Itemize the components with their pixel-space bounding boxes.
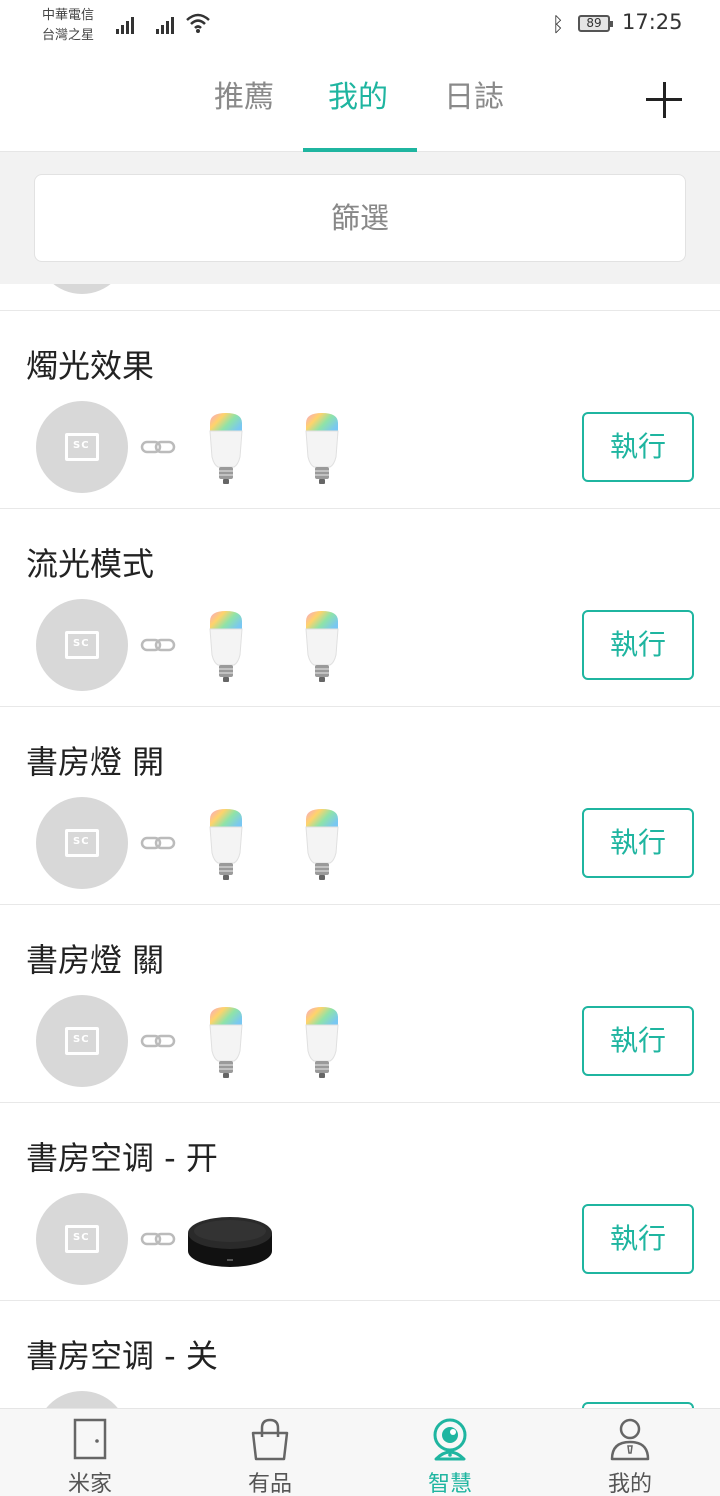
scene-title: 書房燈 關 [26,941,165,979]
clock: 17:25 [622,10,683,34]
nav-label: 米家 [67,1472,112,1496]
scene-title: 流光模式 [26,545,155,583]
carrier-2: 台灣之星 [42,28,95,43]
execute-button[interactable]: 執行 [582,808,694,878]
scene-title: 書房空调 - 关 [26,1337,218,1375]
carrier-names: 中華電信 台灣之星 [42,6,94,46]
scene-card[interactable]: 書房空调 - 关SC執行 [0,1300,720,1408]
scene-icon: SC [36,401,128,493]
scene-symbol-icon: SC [65,1027,99,1055]
execute-button[interactable]: 執行 [582,1204,694,1274]
color-bulb-icon [209,611,243,682]
color-bulb-icon [305,809,339,880]
scene-symbol-icon: SC [65,631,99,659]
link-icon [140,1034,176,1048]
color-bulb-icon [305,611,339,682]
scene-card[interactable]: 燭光效果 SC 執行 [0,310,720,508]
color-bulb-icon [209,1007,243,1078]
color-bulb-icon [305,1007,339,1078]
nav-smart[interactable]: 智慧 [360,1409,540,1496]
scene-icon: SC [36,797,128,889]
execute-button[interactable]: 執行 [582,610,694,680]
signal-1-icon [116,14,134,34]
bottom-nav: 米家 有品 智慧 我的 [0,1408,720,1496]
link-icon [140,440,176,454]
tab-mine[interactable]: 我的 [328,72,388,116]
scene-icon: SC [36,599,128,691]
bag-icon [251,1418,289,1461]
link-icon [140,638,176,652]
scene-symbol-icon: SC [65,433,99,461]
tab-log[interactable]: 日誌 [444,72,504,116]
scene-title: 書房燈 開 [26,743,165,781]
color-bulb-icon [209,413,243,484]
nav-label: 有品 [247,1472,292,1496]
carrier-1: 中華電信 [42,8,95,23]
top-tab-bar: 推薦 我的 日誌 [0,52,720,152]
nav-youpin[interactable]: 有品 [180,1409,360,1496]
door-icon [73,1418,107,1460]
scene-card[interactable]: 書房燈 關 SC 執行 [0,904,720,1102]
nav-mijia[interactable]: 米家 [0,1409,180,1496]
scene-card[interactable]: 書房燈 開 SC 執行 [0,706,720,904]
link-icon [140,836,176,850]
execute-button[interactable]: 執行 [582,412,694,482]
filter-button[interactable]: 篩選 [34,174,686,262]
scene-icon: SC [36,1193,128,1285]
tab-recommended[interactable]: 推薦 [214,72,274,116]
nav-label: 智慧 [427,1472,472,1496]
scene-title: 燭光效果 [26,347,155,385]
color-bulb-icon [209,809,243,880]
signal-2-icon [156,14,174,34]
color-bulb-icon [305,413,339,484]
scene-title: 書房空调 - 开 [26,1139,218,1177]
wifi-icon [186,13,210,33]
ir-remote-hub-icon [188,1217,272,1267]
scene-card[interactable]: 流光模式 SC 執行 [0,508,720,706]
camera-icon [433,1418,467,1461]
profile-icon [610,1418,650,1461]
nav-profile[interactable]: 我的 [540,1409,720,1496]
scene-icon: SC [36,995,128,1087]
nav-label: 我的 [607,1472,652,1496]
link-icon [140,1232,176,1246]
add-scene-button[interactable] [642,78,686,122]
battery-indicator: 89 [578,15,613,32]
execute-button[interactable]: 執行 [582,1006,694,1076]
scene-icon: SC [36,1391,128,1408]
filter-area: 篩選 [0,152,720,284]
scene-icon [36,284,128,294]
status-bar: 中華電信 台灣之星 ᛒ 89 17:25 [0,0,720,52]
bluetooth-icon: ᛒ [552,12,564,36]
scene-symbol-icon: SC [65,829,99,857]
scene-symbol-icon: SC [65,1225,99,1253]
scene-card[interactable]: 書房空调 - 开 SC 執行 [0,1102,720,1300]
scene-list[interactable]: 燭光效果 SC 執行 流光模式 SC 執行 書房燈 開 SC 執行 書房燈 關 SC 執行 書房空调 -… [0,284,720,1408]
